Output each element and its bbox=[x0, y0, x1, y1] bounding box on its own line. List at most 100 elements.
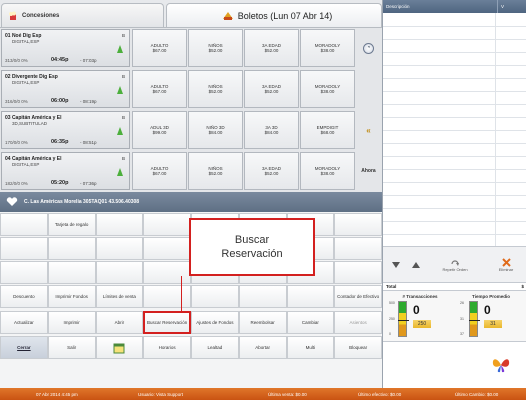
tarjeta-de-regalo-button[interactable]: Tarjeta de regalo bbox=[47, 213, 96, 236]
abortar-button[interactable]: Abortar bbox=[238, 336, 287, 359]
reembolsar-button[interactable]: Reembolsar bbox=[238, 311, 287, 334]
price-button[interactable]: ADULTO $67.00 bbox=[132, 70, 187, 108]
price-button[interactable]: NIÑOS $52.00 bbox=[188, 70, 243, 108]
abrir-button[interactable]: Abrir bbox=[95, 311, 144, 334]
price-button[interactable]: 3A EDAD $52.00 bbox=[244, 29, 299, 67]
empty-button[interactable] bbox=[47, 261, 96, 284]
chevron-down-icon bbox=[392, 262, 400, 268]
scroll-down-button[interactable] bbox=[387, 247, 405, 283]
column-description: Descripción bbox=[386, 4, 410, 9]
empty-button[interactable] bbox=[143, 237, 191, 260]
price-value: $84.00 bbox=[208, 130, 223, 135]
availability-icon bbox=[117, 45, 123, 53]
movie-rating: B bbox=[121, 115, 125, 120]
empty-button[interactable] bbox=[0, 261, 48, 284]
price-button[interactable]: 3A EDAD $52.00 bbox=[244, 70, 299, 108]
status-last-change: Último Cambio: $0.00 bbox=[455, 391, 499, 397]
price-button[interactable]: ADUL 3D $99.00 bbox=[132, 111, 187, 149]
movie-format: 3D,SUBTITULAD bbox=[12, 121, 48, 126]
bloquear-button[interactable]: Bloquear bbox=[334, 336, 382, 359]
salir-button[interactable]: Salir bbox=[47, 336, 96, 359]
buscar-reservacion-button[interactable]: Buscar Reservación bbox=[143, 311, 191, 334]
order-actions: Repetir Orden Eliminar bbox=[383, 246, 526, 282]
program-button[interactable] bbox=[95, 336, 144, 359]
movie-rating: B bbox=[121, 33, 125, 38]
cambiar-button[interactable]: Cambiar bbox=[286, 311, 335, 334]
empty-button[interactable] bbox=[143, 213, 191, 236]
repeat-order-button[interactable]: Repetir Orden bbox=[435, 247, 475, 283]
session-list: 01 Noé Dig Esp B DIGITAL,ESP 313/0/0 0% 04:4… bbox=[0, 28, 382, 192]
empty-button[interactable] bbox=[0, 237, 48, 260]
price-value: $52.00 bbox=[208, 89, 223, 94]
session-info[interactable]: 02 Divergente Dig Esp B DIGITAL,ESP 316/0/0… bbox=[1, 70, 130, 108]
session-info[interactable]: 01 Noé Dig Esp B DIGITAL,ESP 313/0/0 0% 04:4… bbox=[1, 29, 130, 67]
empty-button[interactable] bbox=[334, 237, 382, 260]
empty-button[interactable] bbox=[286, 285, 335, 308]
ajustes-de-fondos-button[interactable]: Ajustes de Fondos bbox=[191, 311, 239, 334]
empty-button[interactable] bbox=[191, 285, 239, 308]
tab-bar: Concesiones Boletos (Lun 07 Abr 14) bbox=[0, 0, 382, 28]
contador-de-efectivo-button[interactable]: Contador de Efectivo bbox=[334, 285, 382, 308]
price-button[interactable]: EMPDIGIT $68.00 bbox=[300, 111, 355, 149]
empty-button[interactable] bbox=[238, 285, 287, 308]
empty-button[interactable] bbox=[143, 261, 191, 284]
limites-de-venta-button[interactable]: Límites de venta bbox=[95, 285, 144, 308]
empty-button[interactable] bbox=[334, 213, 382, 236]
asientos-button[interactable]: Asientos bbox=[334, 311, 382, 334]
scroll-up-button[interactable] bbox=[407, 247, 425, 283]
price-button[interactable]: 3A 3D $84.00 bbox=[244, 111, 299, 149]
status-bar: 07 Abr 2014 4:45 pm Usuario: Vista Suppo… bbox=[0, 388, 526, 400]
empty-button[interactable] bbox=[95, 213, 144, 236]
now-button[interactable]: Ahora bbox=[356, 152, 381, 190]
descuento-button[interactable]: Descuento bbox=[0, 285, 48, 308]
availability-icon bbox=[117, 168, 123, 176]
tab-concessions[interactable]: Concesiones bbox=[1, 3, 164, 27]
empty-button[interactable] bbox=[47, 237, 96, 260]
callout-line1: Buscar bbox=[234, 234, 270, 246]
session-info[interactable]: 03 Capitán América y El B 3D,SUBTITULAD 170… bbox=[1, 111, 130, 149]
price-button[interactable]: MORADOLY $38.00 bbox=[300, 70, 355, 108]
imprimir-fondos-button[interactable]: Imprimir Fondos bbox=[47, 285, 96, 308]
order-line bbox=[383, 65, 526, 66]
scroll-button[interactable]: « bbox=[356, 111, 381, 149]
delete-button[interactable]: Eliminar bbox=[487, 247, 525, 283]
horarios-button[interactable]: Horarios bbox=[143, 336, 191, 359]
price-button[interactable]: NIÑO 3D $84.00 bbox=[188, 111, 243, 149]
movie-format: DIGITAL,ESP bbox=[12, 80, 40, 85]
empty-button[interactable] bbox=[95, 237, 144, 260]
price-button[interactable]: MORADOLY $38.00 bbox=[300, 152, 355, 190]
price-button[interactable]: ADULTO $67.00 bbox=[132, 152, 187, 190]
price-button[interactable]: 3A EDAD $52.00 bbox=[244, 152, 299, 190]
movie-rating: B bbox=[121, 74, 125, 79]
imprimir-button[interactable]: Imprimir bbox=[47, 311, 96, 334]
empty-button[interactable] bbox=[143, 285, 191, 308]
brand-area bbox=[383, 341, 526, 388]
cerrar-button[interactable]: Cerrar bbox=[0, 336, 48, 359]
chevron-left-icon: « bbox=[366, 125, 371, 135]
empty-button[interactable] bbox=[95, 261, 144, 284]
lealtad-button[interactable]: Lealtad bbox=[191, 336, 239, 359]
transactions-scale-top: 500 bbox=[389, 301, 395, 305]
refresh-icon: ◔ bbox=[363, 42, 374, 54]
empty-button[interactable] bbox=[334, 261, 382, 284]
status-user: Usuario: Vista Support bbox=[138, 391, 183, 397]
showtime: 06:00p bbox=[51, 98, 69, 104]
tab-tickets[interactable]: Boletos (Lun 07 Abr 14) bbox=[166, 3, 382, 27]
cinema-banner-text: C. Las Américas Morelia 305TAQ01 43.506.… bbox=[24, 199, 140, 205]
column-value: V bbox=[497, 0, 504, 13]
price-button[interactable]: ADULTO $67.00 bbox=[132, 29, 187, 67]
empty-button[interactable] bbox=[0, 213, 48, 236]
refresh-button[interactable]: ◔ bbox=[356, 29, 381, 67]
session-info[interactable]: 04 Capitán América y El B DIGITAL,ESP 182/0… bbox=[1, 152, 130, 190]
multi-button[interactable]: Multi bbox=[286, 336, 335, 359]
seats-count: 316/0/0 0% bbox=[5, 99, 28, 104]
avg-time-sub: 31 bbox=[484, 320, 502, 328]
avg-time-gauge bbox=[469, 301, 480, 337]
price-button[interactable]: NIÑOS $52.00 bbox=[188, 29, 243, 67]
callout-pointer bbox=[181, 276, 182, 311]
price-button[interactable]: MORADOLY $38.00 bbox=[300, 29, 355, 67]
actualizar-button[interactable]: Actualizar bbox=[0, 311, 48, 334]
stats-area: # Transacciones 500 250 0 0 250 Tiempo P… bbox=[383, 291, 526, 341]
price-value: $38.00 bbox=[320, 171, 335, 176]
price-button[interactable]: NIÑOS $52.00 bbox=[188, 152, 243, 190]
